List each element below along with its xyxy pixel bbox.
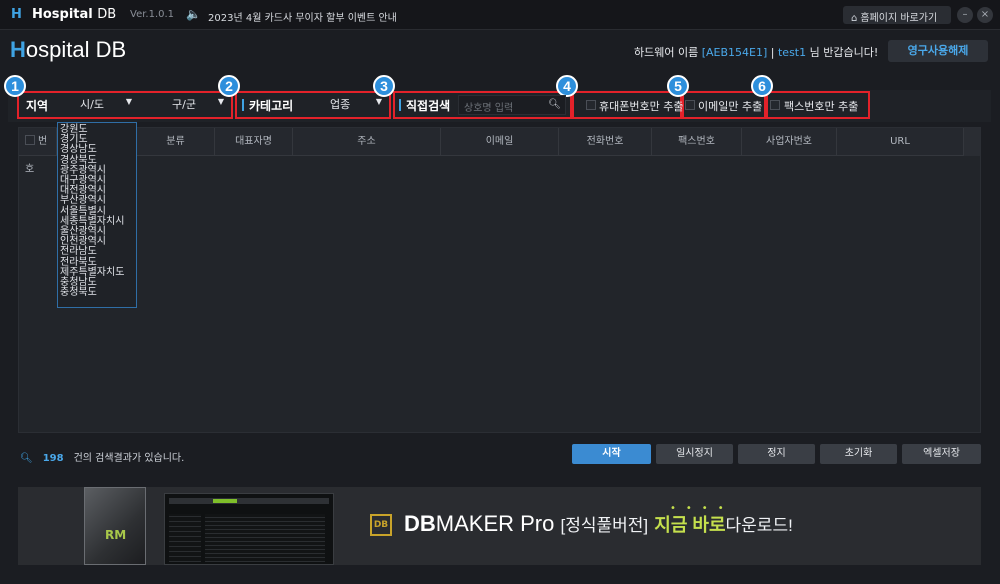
category-select-value: 업종 <box>330 98 351 111</box>
minimize-button[interactable]: – <box>957 7 973 23</box>
table-header: 번호 분류 대표자명 주소 이메일 전화번호 팩스번호 사업자번호 URL <box>19 128 980 175</box>
start-button[interactable]: 시작 <box>572 444 651 464</box>
title-bar: H Hospital DB Ver.1.0.1 🔈 2023년 4월 카드사 무… <box>0 0 1000 30</box>
column-address[interactable]: 주소 <box>293 128 441 156</box>
db-logo-icon: DB <box>370 514 392 536</box>
column-business-number[interactable]: 사업자번호 <box>742 128 837 156</box>
hardware-id: [AEB154E1] <box>701 46 768 59</box>
brand-logo: Hospital DB <box>10 37 126 63</box>
category-select[interactable]: 업종 ▼ <box>330 96 382 114</box>
gugun-select-value: 구/군 <box>172 98 196 111</box>
brand-logo-first: H <box>10 37 26 62</box>
search-input[interactable]: 상호명 입력 🔍︎ <box>458 95 566 115</box>
brand-logo-db: DB <box>95 37 127 62</box>
search-icon[interactable]: 🔍︎ <box>548 99 561 110</box>
badge-2: 2 <box>218 75 240 97</box>
notice-link[interactable]: 2023년 4월 카드사 무이자 할부 이벤트 안내 <box>208 9 397 24</box>
only-email-label: 이메일만 추출 <box>698 100 763 113</box>
label-accent-bar <box>399 99 401 111</box>
banner-headline: DBMAKER Pro [정식풀버전] 지금 바로다운로드! <box>404 511 793 537</box>
column-category[interactable]: 분류 <box>137 128 215 156</box>
product-box-mark: RM <box>105 528 127 542</box>
app-title: Hospital DB <box>32 7 116 22</box>
sido-select-value: 시/도 <box>80 98 104 111</box>
permanent-license-button[interactable]: 영구사용해제 <box>888 40 988 62</box>
column-url[interactable]: URL <box>837 128 964 156</box>
chevron-down-icon: ▼ <box>375 97 382 106</box>
user-id: test1 <box>777 46 807 59</box>
stop-button[interactable]: 정지 <box>738 444 815 464</box>
badge-4: 4 <box>556 75 578 97</box>
column-phone[interactable]: 전화번호 <box>559 128 652 156</box>
pause-button[interactable]: 일시정지 <box>656 444 733 464</box>
only-fax-checkbox[interactable] <box>770 100 780 110</box>
only-fax-label: 팩스번호만 추출 <box>784 100 859 113</box>
only-mobile-label: 휴대폰번호만 추출 <box>599 100 684 113</box>
category-label: 카테고리 <box>242 97 293 114</box>
sido-dropdown-list[interactable]: 강원도 경기도 경상남도 경상북도 광주광역시 대구광역시 대전광역시 부산광역시 서울특별시 세… <box>57 122 137 308</box>
badge-5: 5 <box>667 75 689 97</box>
greet-suffix: 님 반갑습니다! <box>806 46 879 59</box>
search-placeholder: 상호명 입력 <box>464 103 514 114</box>
homepage-button-label: 홈페이지 바로가기 <box>860 13 938 24</box>
greeting-text: 하드웨어 이름 [AEB154E1] | test1 님 반갑습니다! <box>634 44 878 60</box>
app-title-bold: Hospital <box>32 7 93 22</box>
excel-save-button[interactable]: 엑셀저장 <box>902 444 981 464</box>
column-fax[interactable]: 팩스번호 <box>652 128 742 156</box>
banner-now: 지금 바로 <box>654 515 726 535</box>
product-name-bold: DB <box>404 511 436 536</box>
dropdown-item[interactable]: 경상남도 <box>60 145 97 155</box>
column-number[interactable]: 번호 <box>19 128 57 175</box>
region-label: 지역 <box>26 99 49 113</box>
category-label-text: 카테고리 <box>249 99 294 113</box>
results-table: 번호 분류 대표자명 주소 이메일 전화번호 팩스번호 사업자번호 URL <box>18 127 981 433</box>
speaker-icon: 🔈 <box>186 7 201 21</box>
badge-1: 1 <box>4 75 26 97</box>
homepage-button[interactable]: ⌂ 홈페이지 바로가기 <box>843 6 951 24</box>
sido-select[interactable]: 시/도 ▼ <box>80 96 132 114</box>
greet-prefix: 하드웨어 이름 <box>634 46 702 59</box>
product-edition: [정식풀버전] <box>560 516 649 535</box>
search-label: 직접검색 <box>399 97 450 114</box>
badge-6: 6 <box>751 75 773 97</box>
product-name-rest: MAKER Pro <box>435 511 555 536</box>
gugun-select[interactable]: 구/군 ▼ <box>172 96 224 114</box>
reset-button[interactable]: 초기화 <box>820 444 897 464</box>
close-button[interactable]: × <box>977 7 993 23</box>
greet-sep: | <box>767 46 778 59</box>
chevron-down-icon: ▼ <box>125 97 132 106</box>
search-icon: 🔍︎ <box>20 453 33 464</box>
product-screenshot-image <box>164 493 334 565</box>
chevron-down-icon: ▼ <box>217 97 224 106</box>
result-count: 198 <box>42 453 64 464</box>
column-representative[interactable]: 대표자명 <box>215 128 293 156</box>
app-title-rest: DB <box>97 7 117 22</box>
label-accent-bar <box>242 99 244 111</box>
product-box-image: RM <box>84 487 146 565</box>
dropdown-item[interactable]: 충청북도 <box>60 288 97 298</box>
app-logo-icon: H <box>11 7 22 22</box>
version-label: Ver.1.0.1 <box>130 9 175 20</box>
dropdown-item[interactable]: 부산광역시 <box>60 196 106 206</box>
result-message: 건의 검색결과가 있습니다. <box>73 453 185 464</box>
brand-logo-rest: ospital <box>25 37 90 62</box>
banner-download: 다운로드! <box>725 516 793 535</box>
dropdown-item[interactable]: 전라남도 <box>60 247 97 257</box>
scrollbar-header <box>964 128 980 156</box>
home-icon: ⌂ <box>851 13 858 24</box>
promo-banner[interactable]: RM DB •••• DBMAKER Pro [정식풀버전] 지금 바로다운로드… <box>18 487 981 565</box>
result-summary: 🔍︎ 198 건의 검색결과가 있습니다. <box>20 449 184 464</box>
column-email[interactable]: 이메일 <box>441 128 559 156</box>
badge-3: 3 <box>373 75 395 97</box>
only-email-checkbox[interactable] <box>685 100 695 110</box>
only-mobile-checkbox[interactable] <box>586 100 596 110</box>
select-all-checkbox[interactable] <box>25 135 35 145</box>
search-label-text: 직접검색 <box>406 99 451 113</box>
